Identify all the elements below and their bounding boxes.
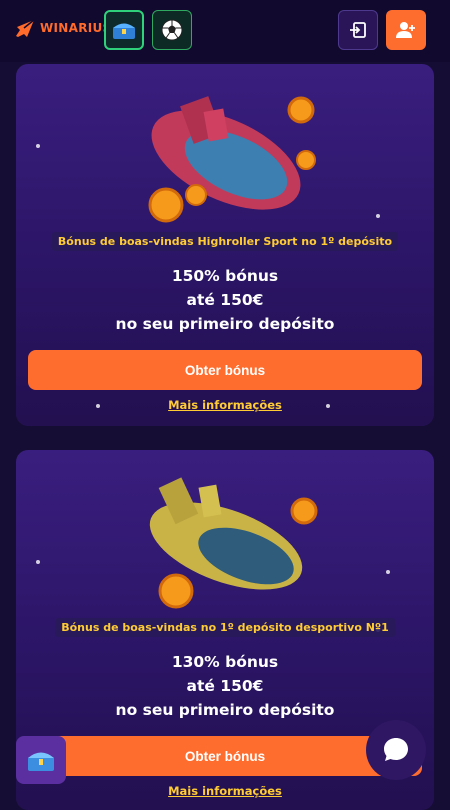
add-user-icon [396, 22, 415, 38]
get-bonus-button[interactable]: Obter bónus [28, 736, 422, 776]
sports-button[interactable] [152, 10, 192, 50]
bonus-title-badge: Bónus de boas-vindas Highroller Sport no… [51, 232, 399, 251]
more-info-link[interactable]: Mais informações [16, 784, 434, 798]
star-decoration [386, 570, 390, 574]
live-chat-button[interactable] [366, 720, 426, 780]
bonus-percent: 130% bónus [171, 653, 279, 671]
bonus-title-badge: Bónus de boas-vindas no 1º depósito desp… [55, 618, 395, 637]
login-button[interactable] [338, 10, 378, 50]
bonus-condition: no seu primeiro depósito [115, 701, 335, 719]
spaceship-red-illustration [148, 96, 316, 223]
treasure-chest-icon [113, 23, 135, 39]
star-decoration [36, 560, 40, 564]
brand-name: WINARIUS [40, 21, 112, 35]
star-decoration [376, 214, 380, 218]
more-info-link[interactable]: Mais informações [16, 398, 434, 412]
login-icon [350, 22, 366, 38]
bonus-card-highroller: Bónus de boas-vindas Highroller Sport no… [16, 64, 434, 426]
bonus-offer-text: 130% bónus até 150€ no seu primeiro depó… [16, 650, 434, 722]
chat-bubble-icon [384, 738, 408, 761]
bonus-offer-text: 150% bónus até 150€ no seu primeiro depó… [16, 264, 434, 336]
bonus-condition: no seu primeiro depósito [115, 315, 335, 333]
get-bonus-button[interactable]: Obter bónus [28, 350, 422, 390]
treasure-chest-icon [28, 752, 54, 771]
bonus-percent: 150% bónus [171, 267, 279, 285]
brand-logo[interactable]: WINARIUS [14, 18, 112, 38]
top-header: WINARIUS [0, 0, 450, 62]
floating-chest-button[interactable] [16, 736, 66, 784]
soccer-ball-icon [161, 19, 183, 41]
star-decoration [36, 144, 40, 148]
rocket-icon [16, 19, 35, 37]
bonus-max-amount: até 150€ [186, 291, 264, 309]
spaceship-yellow-illustration [149, 477, 318, 609]
bonus-max-amount: até 150€ [186, 677, 264, 695]
casino-chest-button[interactable] [104, 10, 144, 50]
register-button[interactable] [386, 10, 426, 50]
